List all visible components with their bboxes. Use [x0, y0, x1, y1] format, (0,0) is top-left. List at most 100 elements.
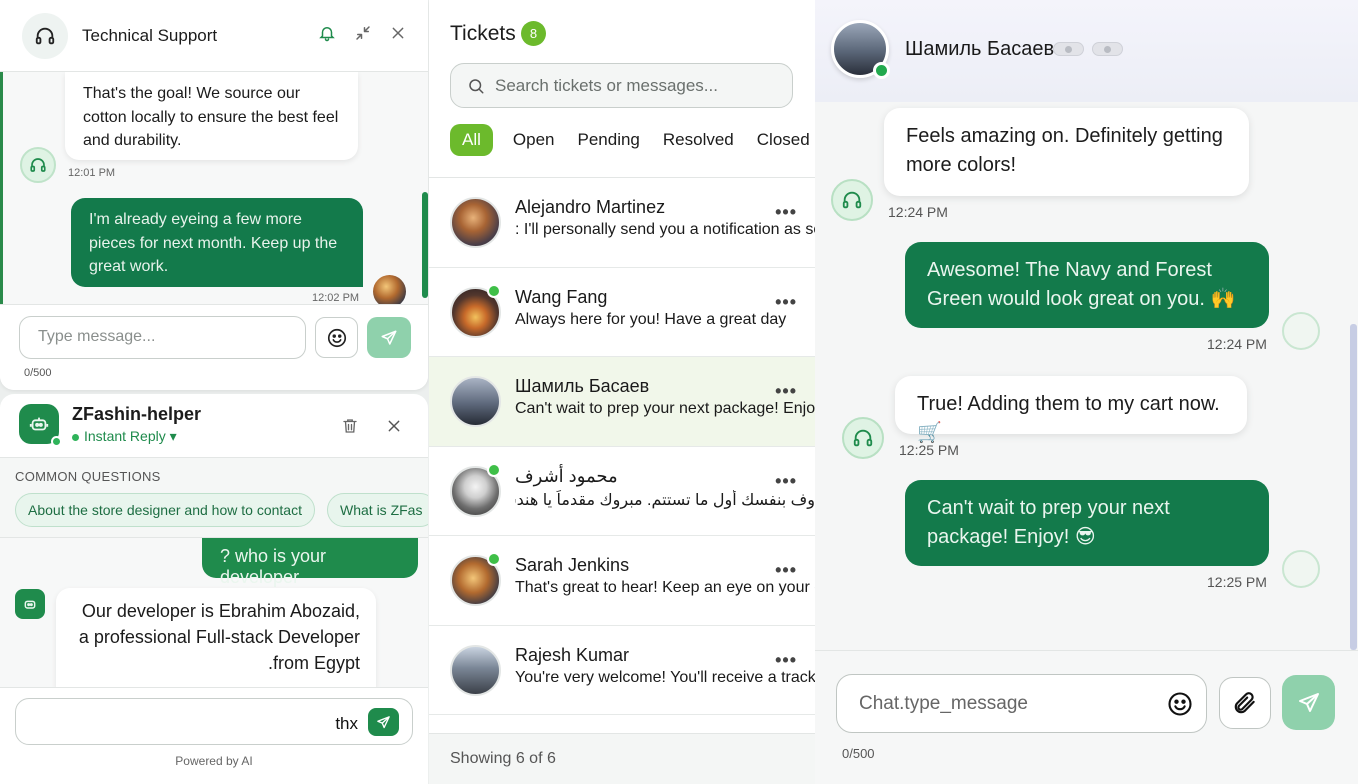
chat-scrollbar[interactable] [1350, 324, 1357, 650]
tickets-panel: Tickets 8 Search tickets or messages... … [429, 0, 815, 784]
filter-all[interactable]: All [450, 124, 493, 156]
ticket-row-selected[interactable]: Шамиль Басаев Can't wait to prep your ne… [429, 357, 815, 447]
bell-icon[interactable] [318, 24, 336, 42]
emoji-icon[interactable] [1166, 690, 1194, 718]
message-bubble-outgoing: Can't wait to prep your next package! En… [905, 480, 1269, 566]
online-indicator [487, 462, 501, 477]
chat-message-input[interactable]: Chat.type_message [836, 674, 1207, 733]
helper-widget: ZFashin-helper Instant Reply ▾ COMMON QU… [0, 394, 428, 784]
close-icon[interactable] [390, 25, 406, 41]
ticket-name: Шамиль Басаев [515, 376, 650, 396]
message-bubble-incoming: Feels amazing on. Definitely getting mor… [884, 108, 1249, 196]
tickets-count-badge: 8 [521, 21, 546, 46]
bot-avatar [15, 589, 45, 619]
question-chip[interactable]: What is ZFas [327, 493, 428, 527]
ticket-last-message: That's great to hear! Keep an eye on you… [515, 579, 815, 596]
emoji-button[interactable] [315, 317, 358, 358]
send-icon [1298, 692, 1319, 712]
attach-icon [1234, 692, 1255, 714]
trash-icon[interactable] [341, 416, 359, 436]
ticket-row[interactable]: Rajesh Kumar You're very welcome! You'll… [429, 625, 815, 715]
more-options-icon[interactable]: ••• [775, 202, 797, 223]
chat-panel: Шамиль Басаев Feels amazing on. Definite… [815, 0, 1358, 784]
common-questions-label: COMMON QUESTIONS [15, 469, 161, 484]
headset-icon [35, 27, 55, 44]
ticket-last-message: Always here for you! Have a great day [515, 310, 787, 328]
ticket-row[interactable]: محمود أشرف وف بنفسك أول ما تستتم. مبروك … [429, 446, 815, 536]
send-icon [381, 330, 397, 345]
helper-title: ZFashin-helper [72, 404, 202, 424]
agent-avatar [831, 179, 873, 221]
close-icon[interactable] [386, 418, 402, 434]
message-bubble-incoming: True! Adding them to my cart now. 🛒 [895, 376, 1247, 444]
more-options-icon[interactable]: ••• [775, 471, 797, 492]
chat-input-row: Chat.type_message 0/500 [815, 650, 1358, 784]
attach-button[interactable] [1219, 677, 1271, 729]
helper-message-input[interactable]: thx [15, 698, 413, 745]
message-time: 12:24 PM [888, 204, 948, 220]
search-icon [469, 79, 484, 94]
chat-header: Шамиль Басаев [815, 0, 1358, 102]
ticket-name: Wang Fang [515, 286, 608, 307]
tickets-title: Tickets [450, 22, 516, 45]
search-placeholder: Search tickets or messages... [495, 76, 718, 95]
online-indicator [487, 552, 501, 566]
message-input[interactable]: Type message... [19, 316, 306, 359]
filter-pending[interactable]: Pending [567, 124, 651, 156]
send-button[interactable] [367, 317, 411, 358]
filter-resolved[interactable]: Resolved [652, 124, 745, 156]
message-bubble-incoming: That's the goal! We source our cotton lo… [65, 72, 358, 160]
ticket-last-message: You're very welcome! You'll receive a tr… [515, 668, 815, 686]
contact-name: Шамиль Басаев [905, 38, 1055, 60]
ticket-last-message: وف بنفسك أول ما تستتم. مبروك مقدماً يا ه… [515, 491, 815, 509]
send-button[interactable] [1282, 675, 1335, 730]
helper-subtitle: Instant Reply [84, 428, 166, 444]
minimize-icon[interactable] [354, 24, 372, 42]
char-counter: 0/500 [24, 367, 52, 379]
support-widget: Technical Support That's the goal! We so… [0, 0, 428, 390]
app-root: Technical Support That's the goal! We so… [0, 0, 1358, 784]
ticket-last-message: Can't wait to prep your next package! En… [515, 400, 815, 417]
status-pill [1092, 42, 1123, 56]
support-header: Technical Support [0, 0, 428, 72]
message-time: 12:01 PM [68, 167, 116, 179]
send-button[interactable] [368, 708, 399, 736]
status-pill [1053, 42, 1084, 56]
question-chip[interactable]: About the store designer and how to cont… [15, 493, 315, 527]
filter-open[interactable]: Open [502, 124, 566, 156]
headset-icon [842, 191, 862, 209]
more-options-icon[interactable]: ••• [775, 381, 797, 402]
ticket-row[interactable]: Wang Fang Always here for you! Have a gr… [429, 267, 815, 357]
ticket-row[interactable]: Sarah Jenkins That's great to hear! Keep… [429, 536, 815, 626]
user-avatar [1282, 550, 1320, 588]
emoji-icon [327, 328, 346, 347]
support-messages: That's the goal! We source our cotton lo… [0, 72, 428, 304]
helper-messages: ? who is your developer Our developer is… [0, 538, 428, 687]
message-bubble-outgoing: I'm already eyeing a few more pieces for… [71, 198, 363, 287]
robot-icon [29, 417, 49, 431]
more-options-icon[interactable]: ••• [775, 292, 797, 313]
more-options-icon[interactable]: ••• [775, 560, 797, 581]
helper-status: Instant Reply ▾ [72, 428, 177, 445]
common-questions: COMMON QUESTIONS About the store designe… [0, 458, 428, 538]
ticket-row[interactable]: Alejandro Martinez : I'll personally sen… [429, 178, 815, 268]
tickets-search-input[interactable]: Search tickets or messages... [450, 63, 793, 108]
more-options-icon[interactable]: ••• [775, 650, 797, 671]
message-bubble-outgoing: Awesome! The Navy and Forest Green would… [905, 242, 1269, 328]
headset-icon [853, 429, 873, 447]
ticket-name: Alejandro Martinez [515, 197, 666, 217]
filter-closed[interactable]: Closed [746, 124, 815, 156]
robot-icon [24, 600, 36, 609]
helper-input-value: thx [335, 714, 358, 733]
support-agent-avatar [20, 147, 56, 183]
online-indicator [487, 283, 501, 298]
ticket-list: Alejandro Martinez : I'll personally sen… [429, 177, 815, 715]
support-title: Technical Support [82, 25, 218, 45]
online-indicator [873, 62, 890, 79]
chat-messages: Feels amazing on. Definitely getting mor… [815, 102, 1358, 650]
support-scrollbar[interactable] [422, 192, 428, 298]
message-bubble-outgoing: ? who is your developer [202, 538, 418, 587]
char-counter: 0/500 [842, 746, 875, 761]
bot-avatar [19, 404, 62, 447]
ticket-last-message: : I'll personally send you a notificatio… [515, 221, 815, 238]
